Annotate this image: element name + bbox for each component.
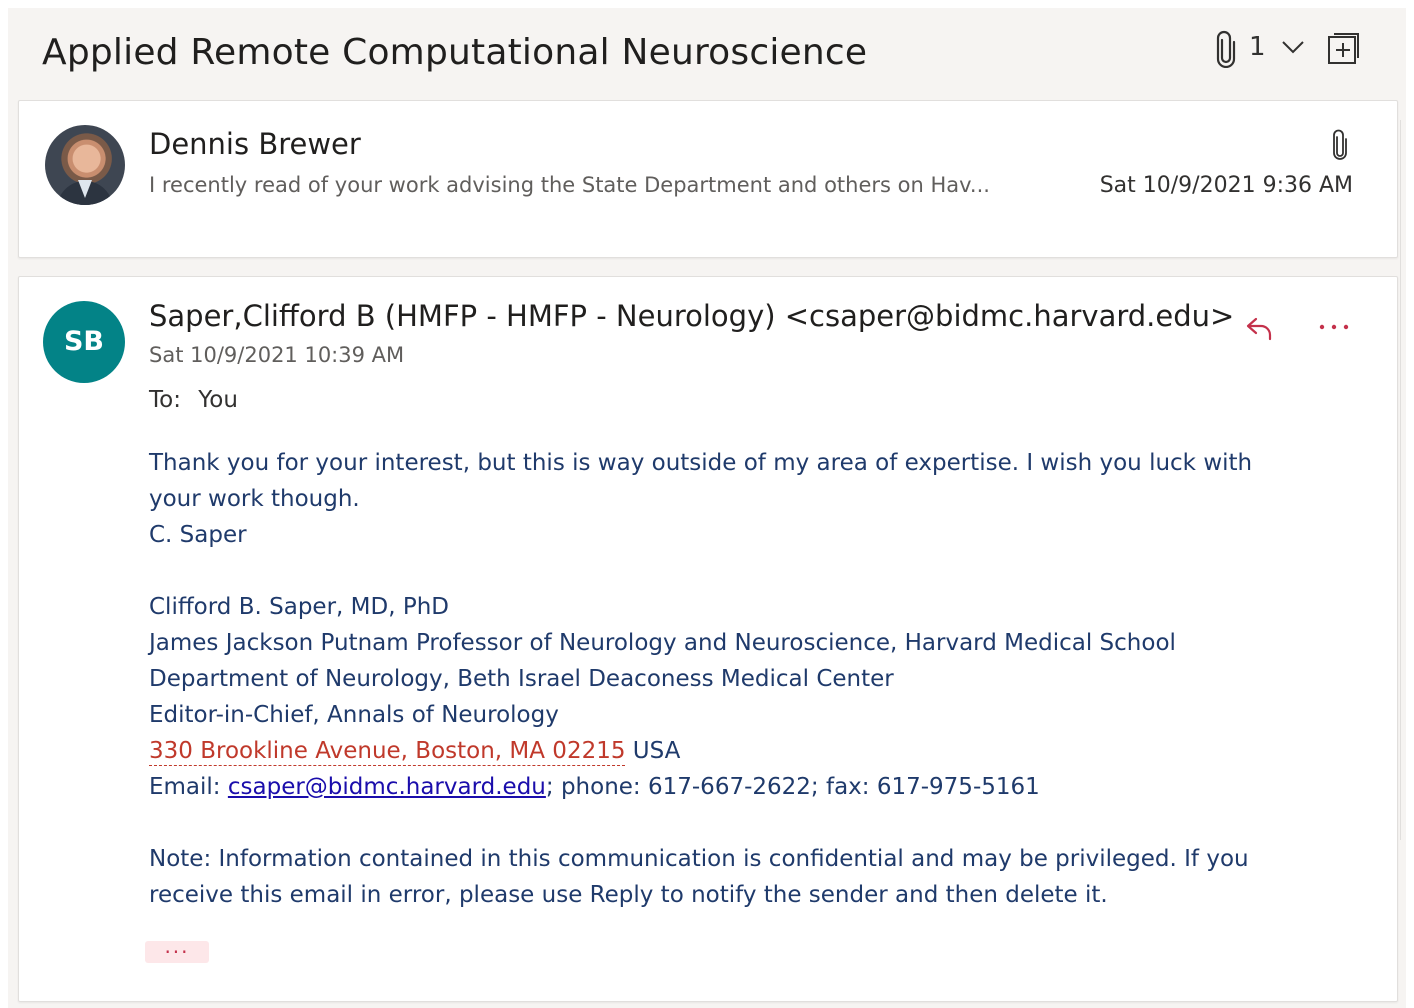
message-body: Thank you for your interest, but this is… [149, 445, 1329, 913]
country: USA [625, 738, 681, 764]
sender-name: Dennis Brewer [149, 127, 361, 161]
scrollbar[interactable] [1400, 120, 1414, 840]
address-link[interactable]: 330 Brookline Avenue, Boston, MA 02215 [149, 738, 625, 764]
paperclip-icon [1333, 129, 1347, 160]
message-preview: I recently read of your work advising th… [149, 173, 990, 197]
message-date: Sat 10/9/2021 9:36 AM [1099, 173, 1353, 198]
sender-name[interactable]: Saper,Clifford B (HMFP - HMFP - Neurolog… [149, 299, 1234, 333]
body-line: Thank you for your interest, but this is… [149, 450, 1253, 476]
message-item-expanded: SB Saper,Clifford B (HMFP - HMFP - Neuro… [18, 276, 1398, 1002]
avatar: SB [43, 301, 125, 383]
recipients-line: To: You [149, 387, 238, 413]
reply-icon[interactable] [1243, 311, 1277, 345]
signature-name: Clifford B. Saper, MD, PhD [149, 594, 449, 620]
message-item-collapsed[interactable]: Dennis Brewer I recently read of your wo… [18, 100, 1398, 258]
signature-department: Department of Neurology, Beth Israel Dea… [149, 666, 894, 692]
avatar [45, 125, 125, 205]
confidentiality-note: Note: Information contained in this comm… [149, 846, 1249, 872]
phone-fax: ; phone: 617-667-2622; fax: 617-975-5161 [545, 774, 1040, 800]
attachment-count[interactable]: 1 [1249, 32, 1266, 62]
signature-address-line: 330 Brookline Avenue, Boston, MA 02215 U… [149, 733, 1329, 769]
conversation-header: Applied Remote Computational Neuroscienc… [8, 8, 1406, 100]
show-quoted-text-button[interactable]: ... [145, 936, 209, 963]
paperclip-icon[interactable] [1214, 30, 1238, 68]
more-icon[interactable] [1315, 311, 1353, 339]
signature-editor: Editor-in-Chief, Annals of Neurology [149, 702, 559, 728]
recipient[interactable]: You [198, 387, 238, 413]
conversation-title: Applied Remote Computational Neuroscienc… [42, 32, 868, 73]
message-date: Sat 10/9/2021 10:39 AM [149, 343, 405, 367]
chevron-down-icon[interactable] [1280, 34, 1306, 60]
body-line: C. Saper [149, 522, 247, 548]
popout-icon[interactable] [1326, 32, 1360, 66]
email-link[interactable]: csaper@bidmc.harvard.edu [228, 774, 546, 800]
signature-title: James Jackson Putnam Professor of Neurol… [149, 630, 1176, 656]
signature-contact-line: Email: csaper@bidmc.harvard.edu; phone: … [149, 769, 1329, 805]
email-label: Email: [149, 774, 228, 800]
confidentiality-note: receive this email in error, please use … [149, 882, 1108, 908]
body-line: your work though. [149, 486, 360, 512]
to-label: To: [149, 387, 181, 413]
